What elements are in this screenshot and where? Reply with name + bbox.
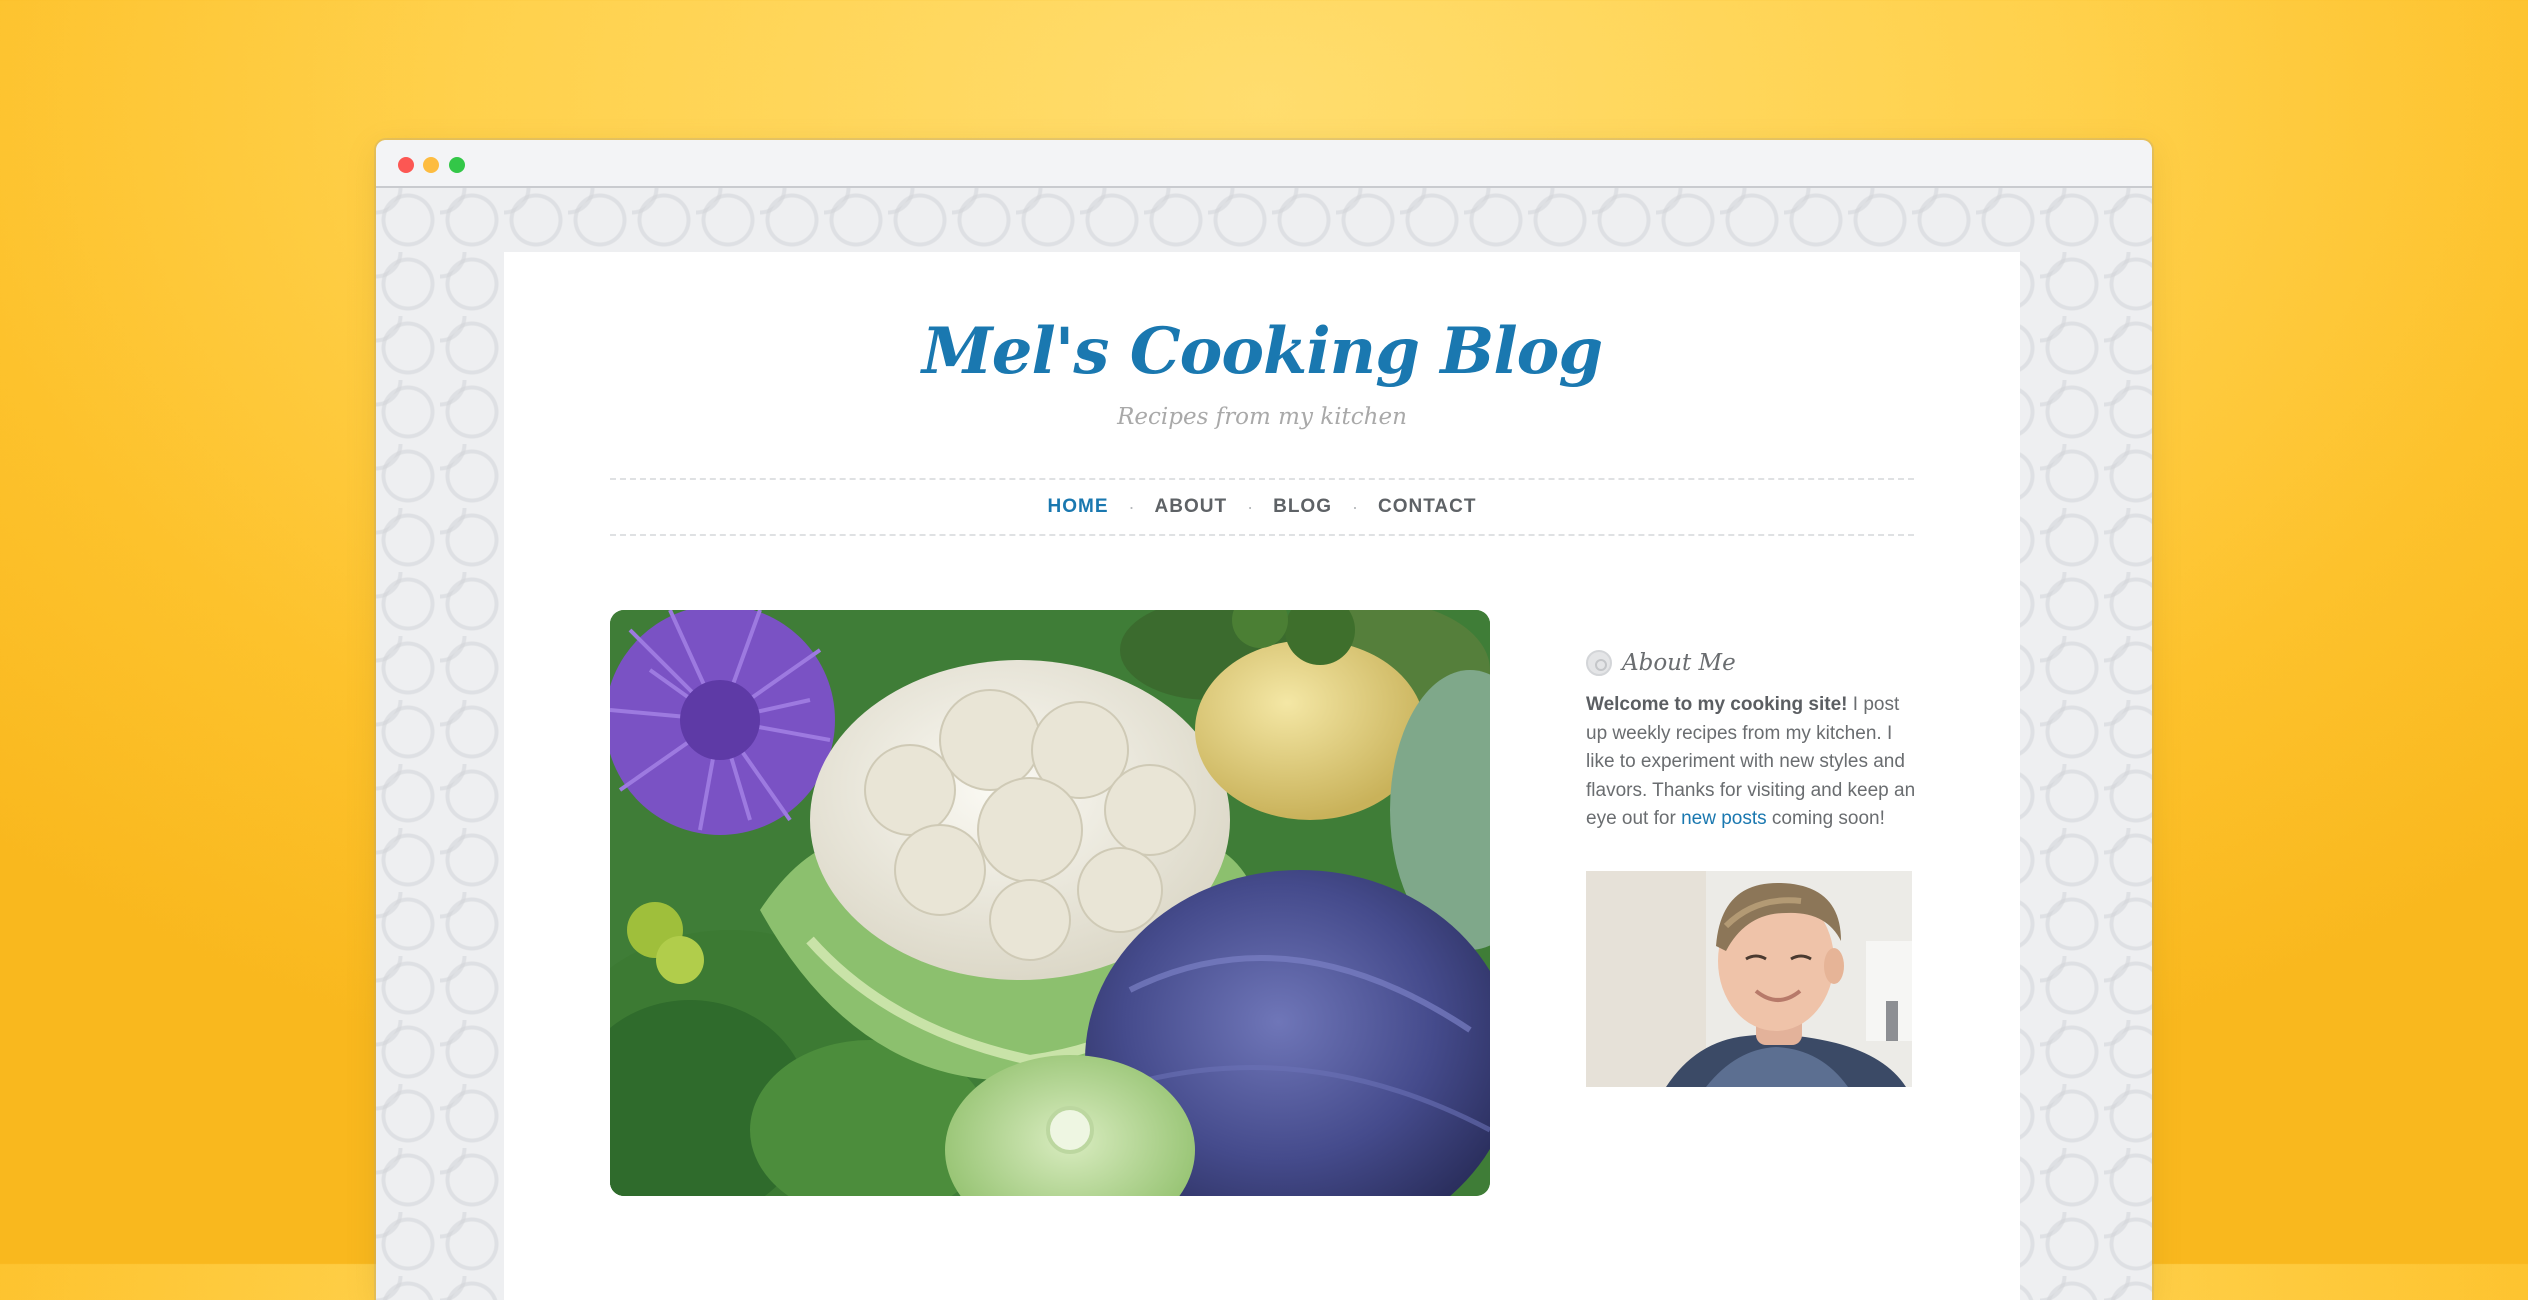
browser-window: Mel's Cooking Blog Recipes from my kitch… [376,140,2152,1300]
page-content: Mel's Cooking Blog Recipes from my kitch… [504,252,2020,1300]
new-posts-link[interactable]: new posts [1681,808,1767,829]
about-me-text: Welcome to my cooking site! I post up we… [1586,691,1916,834]
nav-separator: · [1128,496,1135,517]
portrait-photo [1586,871,1912,1087]
featured-image[interactable] [610,610,1490,1196]
about-me-body-2: coming soon! [1766,808,1885,829]
nav-separator: · [1247,496,1254,517]
about-me-bold: Welcome to my cooking site! [1586,694,1848,715]
portrait-image[interactable] [1586,871,1912,1087]
zoom-window-button[interactable] [449,157,465,173]
nav-item-home[interactable]: HOME [1048,496,1109,518]
about-me-heading: About Me [1622,650,1736,676]
site-title[interactable]: Mel's Cooking Blog [504,314,2020,389]
browser-titlebar [376,140,2152,188]
close-window-button[interactable] [398,157,414,173]
nav-item-about[interactable]: ABOUT [1155,496,1228,518]
nav-separator: · [1351,496,1358,517]
site-tagline: Recipes from my kitchen [1117,404,1407,430]
vegetables-photo [610,610,1490,1196]
main-navigation: HOME · ABOUT · BLOG · CONTACT [610,478,1914,536]
browser-viewport: Mel's Cooking Blog Recipes from my kitch… [376,188,2152,1300]
nav-item-contact[interactable]: CONTACT [1378,496,1476,518]
about-me-widget-title: About Me [1586,650,1736,676]
minimize-window-button[interactable] [423,157,439,173]
badge-icon [1586,650,1612,676]
nav-item-blog[interactable]: BLOG [1273,496,1332,518]
